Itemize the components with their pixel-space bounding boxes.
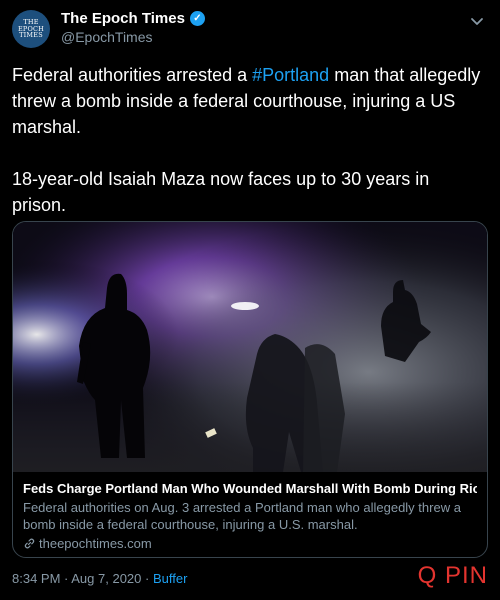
tweet: THE EPOCH TIMES The Epoch Times ✓ @Epoch…: [0, 0, 500, 600]
card-domain: theepochtimes.com: [39, 536, 152, 551]
tweet-source-link[interactable]: Buffer: [153, 571, 187, 586]
tweet-paragraph-1: Federal authorities arrested a #Portland…: [12, 62, 482, 140]
card-body: Feds Charge Portland Man Who Wounded Mar…: [13, 474, 487, 551]
tweet-meta: 8:34 PM · Aug 7, 2020 · Buffer: [12, 571, 187, 586]
tweet-text: Federal authorities arrested a #Portland…: [12, 62, 482, 218]
card-image: [13, 222, 487, 472]
display-name-link[interactable]: The Epoch Times ✓: [61, 10, 205, 27]
chevron-down-icon[interactable]: [468, 12, 486, 30]
meta-separator-1: ·: [60, 571, 72, 586]
tweet-date[interactable]: Aug 7, 2020: [71, 571, 141, 586]
watermark: Q PIN: [417, 562, 488, 589]
hashtag-link[interactable]: #Portland: [252, 65, 329, 85]
avatar-line-3: TIMES: [19, 31, 43, 40]
tweet-text-pre: Federal authorities arrested a: [12, 65, 253, 85]
handle[interactable]: @EpochTimes: [61, 29, 153, 45]
verified-badge-icon: ✓: [189, 11, 205, 26]
avatar[interactable]: THE EPOCH TIMES: [12, 10, 50, 48]
card-title: Feds Charge Portland Man Who Wounded Mar…: [23, 481, 477, 496]
card-description: Federal authorities on Aug. 3 arrested a…: [23, 500, 461, 532]
display-name: The Epoch Times: [61, 10, 185, 27]
card-domain-row: theepochtimes.com: [23, 536, 477, 551]
tweet-paragraph-2: 18-year-old Isaiah Maza now faces up to …: [12, 169, 430, 215]
link-icon: [24, 538, 35, 549]
link-card[interactable]: Feds Charge Portland Man Who Wounded Mar…: [12, 221, 488, 558]
tweet-time[interactable]: 8:34 PM: [12, 571, 60, 586]
meta-separator-2: ·: [141, 571, 153, 586]
